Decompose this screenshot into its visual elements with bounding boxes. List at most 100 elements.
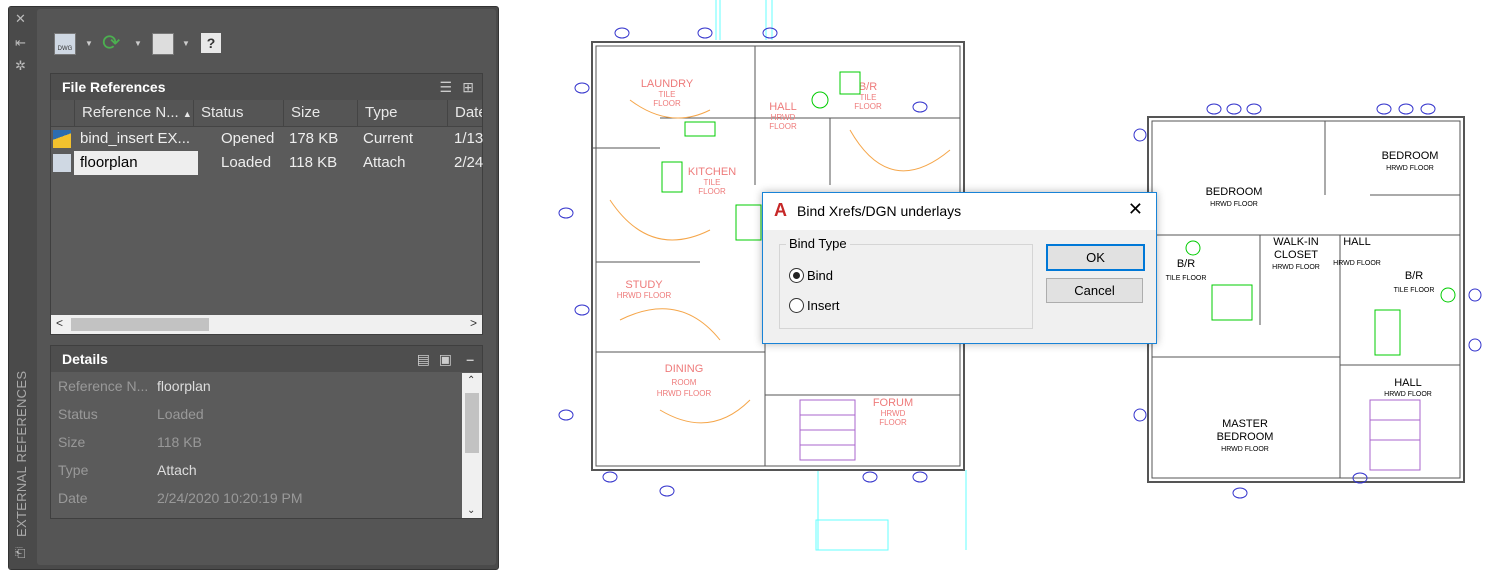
list-view-icon[interactable]: ☰ [439,74,452,100]
group-label: Bind Type [786,236,850,251]
room-label: HALL [1343,236,1371,248]
detail-value[interactable]: Attach [157,456,197,484]
refresh-icon[interactable]: ⟳ [102,32,122,54]
close-icon[interactable]: ✕ [15,11,26,27]
external-references-palette: ✕ ⇤ ✲ EXTERNAL REFERENCES ⎗ DWG ▼ ⟳ ▼ ▼ … [8,6,499,570]
room-label: CLOSET [1274,249,1318,261]
reference-name: bind_insert EX... [80,130,191,147]
column-reference-name[interactable]: Reference N... ▲ [75,100,194,126]
properties-icon[interactable]: ✲ [15,58,26,74]
room-label: HALL [1394,377,1422,389]
detail-row: Date 2/24/2020 10:20:19 PM [58,490,303,506]
scroll-right-icon[interactable]: > [470,316,477,330]
attach-dropdown-icon[interactable]: ▼ [85,39,93,48]
radio-bind[interactable]: Bind [789,268,833,283]
room-floor: TILE [860,93,877,102]
ok-button[interactable]: OK [1046,244,1145,271]
file-references-title: File References [62,79,166,95]
details-panel: Details ▤ ▣ – Reference N... floorplan St… [50,345,483,519]
room-floor: HRWD FLOOR [1210,201,1258,208]
room-floor: TILE FLOOR [1166,275,1207,282]
reference-name: floorplan [74,151,198,175]
room-label: BEDROOM [1382,150,1439,162]
help-icon[interactable]: ? [201,33,221,53]
cancel-button[interactable]: Cancel [1046,278,1143,303]
horizontal-scrollbar[interactable]: < > [51,315,482,334]
detail-row: Type Attach [51,456,482,484]
collapse-icon[interactable]: – [466,346,474,372]
bind-type-group: Bind Type Bind Insert [779,236,1033,329]
detail-row: Status Loaded [58,406,204,422]
room-label: B/R [1177,258,1195,270]
room-floor: TILE [704,178,721,187]
close-icon[interactable]: ✕ [1128,199,1143,220]
room-floor: FLOOR [879,418,907,427]
room-label: MASTER [1222,418,1268,430]
tree-view-icon[interactable]: ⊞ [462,74,474,100]
room-label: STUDY [625,279,663,291]
file-references-panel: File References ☰ ⊞ Reference N... ▲ Sta… [50,73,483,335]
room-label: DINING [665,363,704,375]
room-floor: FLOOR [698,187,726,196]
change-path-icon[interactable] [152,33,174,55]
auto-hide-icon[interactable]: ⇤ [15,35,26,51]
room-floor: FLOOR [854,102,882,111]
palette-title: EXTERNAL REFERENCES [14,370,29,537]
room-floor: HRWD [771,113,796,122]
table-header: Reference N... ▲ Status Size Type Date [51,100,482,127]
room-floor: ROOM [672,378,697,387]
room-floor: HRWD FLOOR [1384,391,1432,398]
room-floor: HRWD FLOOR [1221,446,1269,453]
column-size[interactable]: Size [284,100,358,126]
scrollbar-thumb[interactable] [71,318,209,331]
autocad-logo-icon: A [774,200,787,220]
room-label: KITCHEN [688,166,736,178]
table-row[interactable]: floorplan Loaded 118 KB Attach 2/24 [51,151,484,175]
room-label: WALK-IN [1273,236,1318,248]
palette-side-strip: ✕ ⇤ ✲ EXTERNAL REFERENCES ⎗ [9,7,36,569]
room-label: HALL [769,101,797,113]
column-type[interactable]: Type [358,100,448,126]
room-floor: TILE [659,90,676,99]
floor-plan-second-floor: BEDROOM BEDROOM WALK-IN CLOSET HALL B/R … [1133,103,1482,499]
palette-menu-icon[interactable]: ⎗ [15,545,25,561]
details-title: Details [62,351,108,367]
preview-icon[interactable]: ▣ [439,346,452,372]
table-row[interactable]: bind_insert EX... Opened 178 KB Current … [51,127,484,151]
attach-dwg-icon[interactable]: DWG [54,33,76,55]
room-label: BEDROOM [1206,186,1263,198]
room-floor: HRWD FLOOR [1386,165,1434,172]
details-view-icon[interactable]: ▤ [417,346,430,372]
column-status[interactable]: Status [194,100,284,126]
vertical-scrollbar[interactable]: ⌃ ⌄ [462,373,482,518]
room-floor: HRWD [881,409,906,418]
room-floor: FLOOR [769,122,797,131]
room-floor: TILE FLOOR [1394,287,1435,294]
change-path-dropdown-icon[interactable]: ▼ [182,39,190,48]
room-floor: HRWD FLOOR [1272,264,1320,271]
room-label: BEDROOM [1217,431,1274,443]
dialog-title: Bind Xrefs/DGN underlays [797,203,962,219]
reference-size: 178 KB [289,130,339,147]
reference-status: Opened [221,130,275,147]
radio-insert[interactable]: Insert [789,298,840,313]
room-floor: HRWD FLOOR [1333,260,1381,267]
bind-xrefs-dialog: A Bind Xrefs/DGN underlays ✕ Bind Type B… [762,192,1157,344]
reference-size: 118 KB [289,154,338,171]
dwg-file-icon [53,154,71,172]
room-floor: HRWD FLOOR [657,389,712,398]
reference-date: 2/24 [454,154,484,171]
current-drawing-icon [53,130,71,148]
scroll-left-icon[interactable]: < [56,316,63,330]
reference-type: Current [363,130,414,147]
detail-row: Reference N... floorplan [51,372,482,400]
reference-type: Attach [363,154,406,171]
reference-status: Loaded [221,154,272,171]
room-label: B/R [859,81,877,93]
detail-row: Size 118 KB [58,434,202,450]
reference-date: 1/13 [454,130,484,147]
refresh-dropdown-icon[interactable]: ▼ [134,39,142,48]
column-date[interactable]: Date [448,100,482,126]
detail-value[interactable]: floorplan [157,372,211,400]
scrollbar-thumb[interactable] [465,393,479,453]
